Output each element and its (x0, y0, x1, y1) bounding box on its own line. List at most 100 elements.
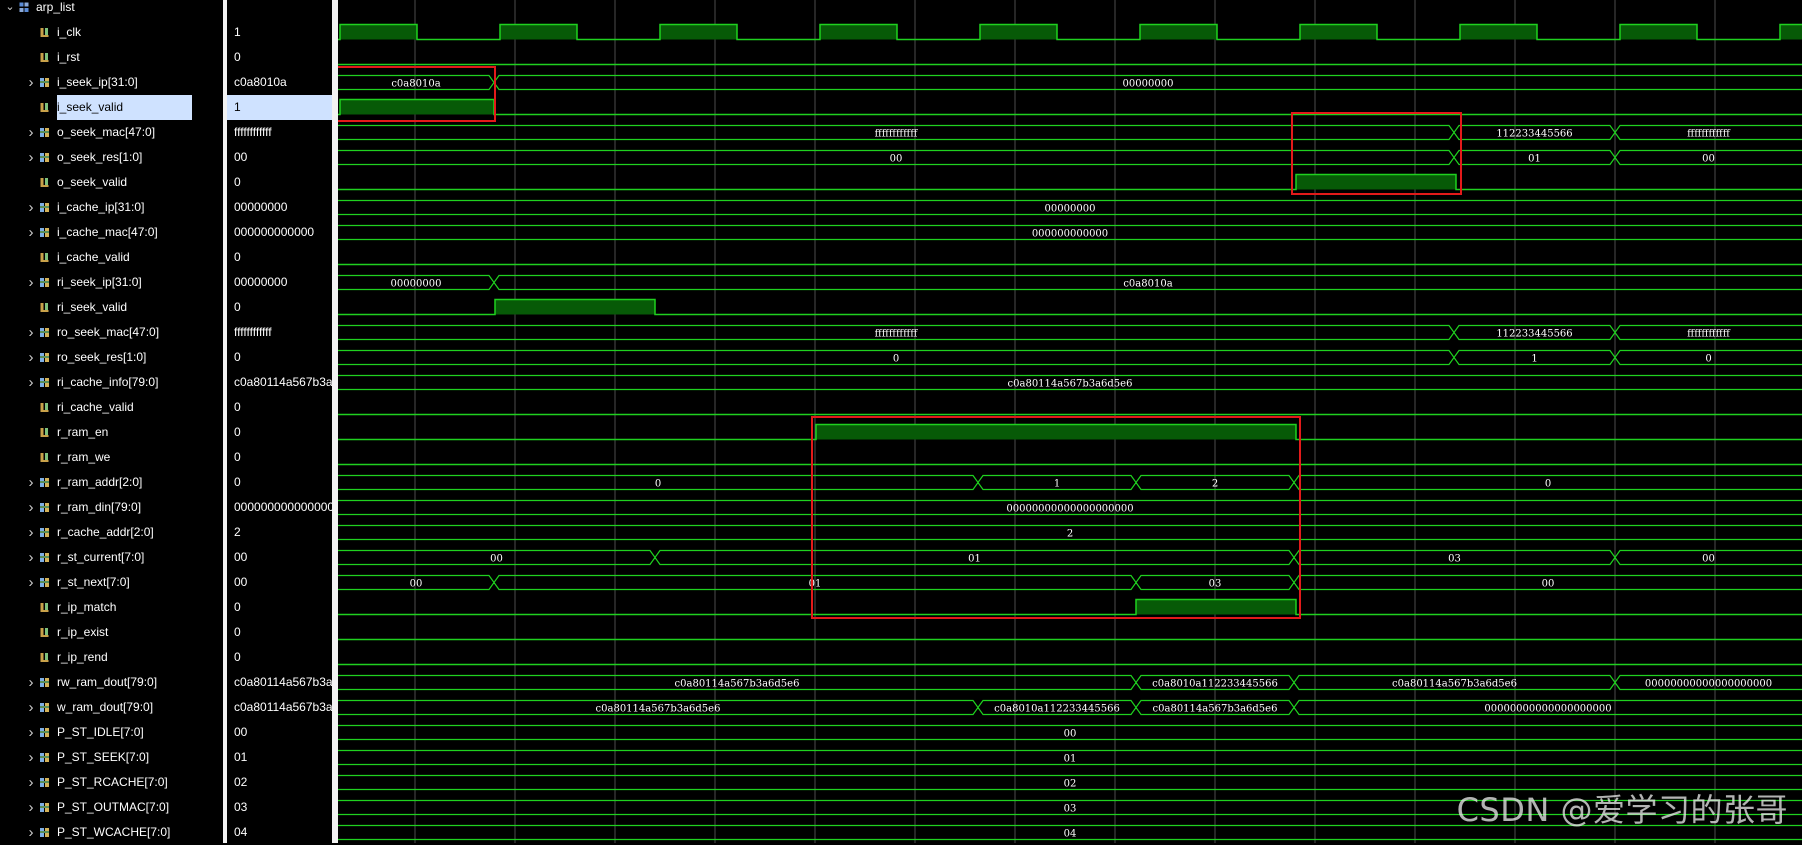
waveform-panel[interactable]: c0a8010a 00000000 ffffffffffff 112233445566… (338, 0, 1802, 843)
chevron-right-icon[interactable]: › (25, 195, 37, 220)
signal-value-ro-seek-mac[interactable]: ffffffffffff (227, 320, 332, 345)
signal-row-r-ram-we[interactable]: r_ram_we (0, 445, 223, 470)
signal-row-p-st-outmac[interactable]: › P_ST_OUTMAC[7:0] (0, 795, 223, 820)
signal-value-p-st-wcache[interactable]: 04 (227, 820, 332, 843)
logic-signal-icon (40, 403, 49, 412)
chevron-right-icon[interactable]: › (25, 220, 37, 245)
signal-row-i-cache-mac[interactable]: › i_cache_mac[47:0] (0, 220, 223, 245)
signal-row-i-seek-valid[interactable]: i_seek_valid (0, 95, 223, 120)
signal-row-r-cache-addr[interactable]: › r_cache_addr[2:0] (0, 520, 223, 545)
chevron-right-icon[interactable]: › (25, 470, 37, 495)
signal-value-o-seek-valid[interactable]: 0 (227, 170, 332, 195)
signal-value-r-cache-addr[interactable]: 2 (227, 520, 332, 545)
signal-value-r-st-next[interactable]: 00 (227, 570, 332, 595)
signal-value-p-st-seek[interactable]: 01 (227, 745, 332, 770)
signal-row-o-seek-valid[interactable]: o_seek_valid (0, 170, 223, 195)
signal-value-r-ram-din[interactable]: 000000000000000 (227, 495, 332, 520)
signal-value-i-rst[interactable]: 0 (227, 45, 332, 70)
signal-row-r-ram-en[interactable]: r_ram_en (0, 420, 223, 445)
signal-value-p-st-rcache[interactable]: 02 (227, 770, 332, 795)
signal-value-i-cache-valid[interactable]: 0 (227, 245, 332, 270)
signal-value-ro-seek-res[interactable]: 0 (227, 345, 332, 370)
signal-row-p-st-seek[interactable]: › P_ST_SEEK[7:0] (0, 745, 223, 770)
chevron-right-icon[interactable]: › (25, 570, 37, 595)
signal-row-o-seek-mac[interactable]: › o_seek_mac[47:0] (0, 120, 223, 145)
signal-value-w-ram-dout[interactable]: c0a80114a567b3a (227, 695, 332, 720)
signal-value-r-ip-exist[interactable]: 0 (227, 620, 332, 645)
signal-row-w-ram-dout[interactable]: › w_ram_dout[79:0] (0, 695, 223, 720)
chevron-right-icon[interactable]: › (25, 520, 37, 545)
chevron-right-icon[interactable]: › (25, 720, 37, 745)
chevron-right-icon[interactable]: › (25, 495, 37, 520)
signal-row-i-seek-ip[interactable]: › i_seek_ip[31:0] (0, 70, 223, 95)
signal-value-p-st-outmac[interactable]: 03 (227, 795, 332, 820)
signal-row-i-cache-ip[interactable]: › i_cache_ip[31:0] (0, 195, 223, 220)
logic-signal-icon (40, 428, 49, 437)
signal-row-r-ram-addr[interactable]: › r_ram_addr[2:0] (0, 470, 223, 495)
bus-value-label: c0a8010a112233445566 (994, 704, 1120, 715)
chevron-right-icon[interactable]: › (25, 795, 37, 820)
chevron-right-icon[interactable]: › (25, 820, 37, 845)
waveform-canvas[interactable]: c0a8010a 00000000ffffffffffff 112233445566… (338, 0, 1802, 843)
signal-row-rw-ram-dout[interactable]: › rw_ram_dout[79:0] (0, 670, 223, 695)
chevron-right-icon[interactable]: › (25, 695, 37, 720)
root-label: arp_list (36, 0, 75, 14)
signal-row-p-st-rcache[interactable]: › P_ST_RCACHE[7:0] (0, 770, 223, 795)
signal-row-ro-seek-mac[interactable]: › ro_seek_mac[47:0] (0, 320, 223, 345)
signal-row-o-seek-res[interactable]: › o_seek_res[1:0] (0, 145, 223, 170)
chevron-right-icon[interactable]: › (25, 545, 37, 570)
signal-value-o-seek-mac[interactable]: ffffffffffff (227, 120, 332, 145)
chevron-right-icon[interactable]: › (25, 345, 37, 370)
signal-value-o-seek-res[interactable]: 00 (227, 145, 332, 170)
signal-value-r-ram-addr[interactable]: 0 (227, 470, 332, 495)
signal-value-r-ram-we[interactable]: 0 (227, 445, 332, 470)
signal-value-r-ip-match[interactable]: 0 (227, 595, 332, 620)
signal-row-r-st-next[interactable]: › r_st_next[7:0] (0, 570, 223, 595)
chevron-right-icon[interactable]: › (25, 745, 37, 770)
signal-value-ri-cache-valid[interactable]: 0 (227, 395, 332, 420)
signal-value-r-ram-en[interactable]: 0 (227, 420, 332, 445)
tree-root-row[interactable]: ⌄ arp_list (0, 0, 223, 20)
signal-row-r-ip-rend[interactable]: r_ip_rend (0, 645, 223, 670)
signal-row-ri-cache-info[interactable]: › ri_cache_info[79:0] (0, 370, 223, 395)
signal-row-p-st-wcache[interactable]: › P_ST_WCACHE[7:0] (0, 820, 223, 845)
signal-row-r-ip-match[interactable]: r_ip_match (0, 595, 223, 620)
chevron-right-icon[interactable]: › (25, 70, 37, 95)
wave-bus-2-top (338, 74, 1802, 84)
signal-value-i-seek-valid[interactable]: 1 (227, 95, 332, 120)
signal-value-r-ip-rend[interactable]: 0 (227, 645, 332, 670)
chevron-right-icon[interactable]: › (25, 670, 37, 695)
signal-row-ri-cache-valid[interactable]: ri_cache_valid (0, 395, 223, 420)
signal-row-r-ip-exist[interactable]: r_ip_exist (0, 620, 223, 645)
signal-value-rw-ram-dout[interactable]: c0a80114a567b3a (227, 670, 332, 695)
signal-name: ri_cache_valid (57, 400, 134, 414)
chevron-right-icon[interactable]: › (25, 320, 37, 345)
signal-row-p-st-idle[interactable]: › P_ST_IDLE[7:0] (0, 720, 223, 745)
chevron-right-icon[interactable]: › (25, 370, 37, 395)
signal-row-i-clk[interactable]: i_clk (0, 20, 223, 45)
logic-signal-icon (40, 178, 49, 187)
signal-row-ri-seek-valid[interactable]: ri_seek_valid (0, 295, 223, 320)
chevron-down-icon[interactable]: ⌄ (4, 0, 16, 20)
signal-row-ro-seek-res[interactable]: › ro_seek_res[1:0] (0, 345, 223, 370)
signal-row-i-cache-valid[interactable]: i_cache_valid (0, 245, 223, 270)
signal-value-i-clk[interactable]: 1 (227, 20, 332, 45)
signal-value-i-cache-mac[interactable]: 000000000000 (227, 220, 332, 245)
chevron-right-icon[interactable]: › (25, 770, 37, 795)
chevron-right-icon[interactable]: › (25, 120, 37, 145)
signal-row-i-rst[interactable]: i_rst (0, 45, 223, 70)
signal-value-ri-seek-valid[interactable]: 0 (227, 295, 332, 320)
chevron-right-icon[interactable]: › (25, 270, 37, 295)
signal-row-ri-seek-ip[interactable]: › ri_seek_ip[31:0] (0, 270, 223, 295)
signal-value-p-st-idle[interactable]: 00 (227, 720, 332, 745)
signal-row-r-st-current[interactable]: › r_st_current[7:0] (0, 545, 223, 570)
signal-value-r-st-current[interactable]: 00 (227, 545, 332, 570)
signal-value-ri-seek-ip[interactable]: 00000000 (227, 270, 332, 295)
signal-value-ri-cache-info[interactable]: c0a80114a567b3a (227, 370, 332, 395)
bus-value-label: 01 (968, 554, 981, 565)
wave-bus-13-top (338, 349, 1802, 359)
signal-value-i-seek-ip[interactable]: c0a8010a (227, 70, 332, 95)
signal-value-i-cache-ip[interactable]: 00000000 (227, 195, 332, 220)
chevron-right-icon[interactable]: › (25, 145, 37, 170)
signal-row-r-ram-din[interactable]: › r_ram_din[79:0] (0, 495, 223, 520)
